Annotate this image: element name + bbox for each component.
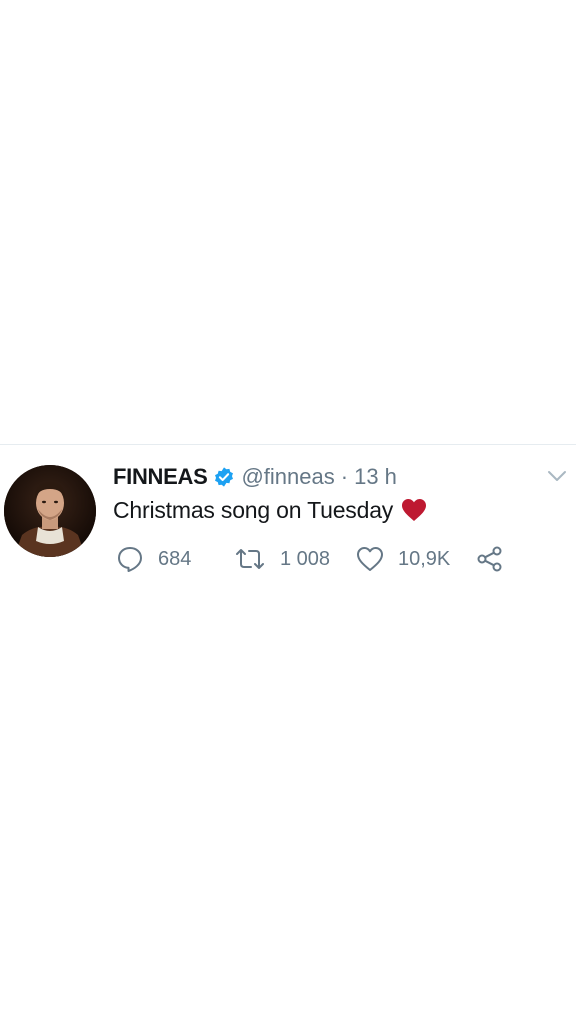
like-heart-icon xyxy=(357,547,383,571)
author-display-name[interactable]: FINNEAS xyxy=(113,464,208,490)
tweet-text: Christmas song on Tuesday xyxy=(113,494,427,526)
share-button[interactable] xyxy=(476,545,504,573)
share-icon xyxy=(477,546,502,572)
retweet-count: 1 008 xyxy=(280,547,331,570)
reply-button[interactable]: 684 xyxy=(116,545,234,573)
reply-count: 684 xyxy=(158,547,192,570)
retweet-button[interactable]: 1 008 xyxy=(234,545,356,573)
avatar[interactable] xyxy=(4,465,96,557)
screen: FINNEAS @finneas · 13 h Christmas song o… xyxy=(0,0,576,1024)
red-heart-icon xyxy=(401,498,427,522)
chevron-down-icon[interactable] xyxy=(546,465,568,487)
separator-dot: · xyxy=(340,464,349,489)
like-count: 10,9K xyxy=(398,547,451,570)
tweet-timestamp[interactable]: 13 h xyxy=(354,464,397,490)
verified-badge-icon xyxy=(213,466,235,488)
reply-icon xyxy=(118,547,142,572)
tweet-actions: 684 1 008 10,9K xyxy=(116,543,504,575)
author-handle[interactable]: @finneas xyxy=(241,464,334,490)
tweet-text-content: Christmas song on Tuesday xyxy=(113,496,394,523)
like-button[interactable]: 10,9K xyxy=(356,546,476,572)
tweet-card[interactable]: FINNEAS @finneas · 13 h Christmas song o… xyxy=(0,445,576,585)
retweet-icon xyxy=(236,549,264,569)
avatar-photo xyxy=(4,465,96,557)
tweet-header: FINNEAS @finneas · 13 h xyxy=(113,461,397,493)
